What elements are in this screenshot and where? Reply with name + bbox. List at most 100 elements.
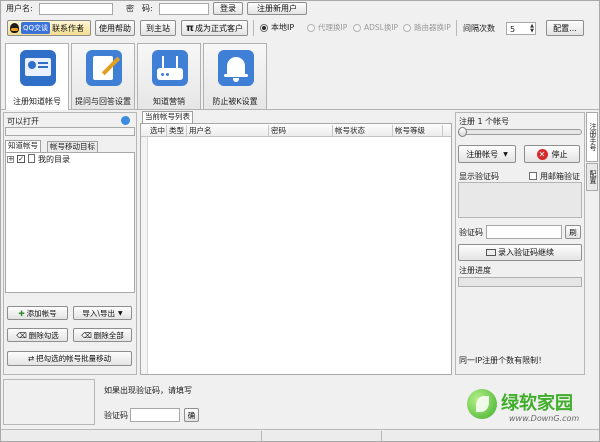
accounts-grid [140,123,452,375]
radio-adsl-ip[interactable] [353,24,361,32]
delete-all-button[interactable]: ⌫ 删除全部 [73,328,132,342]
grid-col-selected[interactable]: 选中 [148,125,167,137]
status-bar [1,429,599,441]
dropdown-arrow-icon: ▼ [503,150,508,158]
login-button[interactable]: 登录 [213,2,243,15]
password-label: 密 码: [126,4,153,13]
contact-author-label: 联系作者 [52,23,85,33]
spinner-arrows-icon: ▲ ▼ [530,23,534,34]
refresh-captcha-button[interactable]: 刷 [565,225,581,239]
radio-router-ip[interactable] [403,24,411,32]
side-tab-config[interactable]: 配置 [586,163,598,191]
register-user-button[interactable]: 注册新用户 [247,2,307,15]
grid-col-type[interactable]: 类型 [167,125,187,137]
radio-local-ip[interactable] [260,24,268,32]
bottom-captcha-input[interactable] [130,408,180,422]
brand-name: 绿软家园 [501,393,573,414]
tab-anti-ban[interactable]: 防止被K设置 [203,43,267,109]
stop-icon: ✕ [536,148,548,160]
become-official-label: 成为正式客户 [194,23,243,33]
captcha-input[interactable] [486,225,562,239]
slider-thumb[interactable] [458,127,467,137]
status-separator [381,431,382,441]
count-slider[interactable] [458,127,582,137]
radio-router-ip-label: 路由器换IP [414,23,451,32]
info-bubble-icon[interactable] [121,116,130,125]
username-label: 用户名: [6,4,33,13]
import-export-label: 导入\导出 [82,308,115,318]
radio-proxy-ip-label: 代理换IP [318,23,348,32]
interval-spinner[interactable]: 5 ▲ ▼ [506,22,536,35]
grid-col-username[interactable]: 用户名 [187,125,269,137]
tab-current-accounts[interactable]: 当前帐号列表 [142,111,193,123]
radio-proxy-ip[interactable] [307,24,315,32]
bottom-left-box [3,379,95,425]
note-pencil-icon [86,50,122,86]
register-account-label: 注册帐号 [466,149,499,159]
batch-move-label: 把勾选的帐号批量移动 [36,354,112,363]
grid-row-indicator [141,137,148,374]
tree-expand-icon[interactable]: + [7,156,14,163]
tab-qa-settings[interactable]: 提问与回答设置 [71,43,135,109]
submit-captcha-label: 录入验证码继续 [498,248,554,257]
captcha-image-area [458,182,582,218]
radio-local-ip-label: 本地IP [271,23,295,32]
subtab-accounts[interactable]: 知道帐号 [5,140,41,152]
right-panel-title: 注册 1 个帐号 [459,117,510,126]
qq-badge: QQ交谈 [21,22,51,34]
show-captcha-label: 显示验证码 [459,172,499,181]
eraser-icon: ⌫ [81,330,92,340]
email-verify-label: 用邮箱验证 [540,172,580,181]
main-site-button[interactable]: 到主站 [140,20,176,36]
main-window: 用户名: 密 码: 登录 注册新用户 QQ交谈 联系作者 使用帮助 到主站 π … [0,0,600,442]
help-button[interactable]: 使用帮助 [95,20,135,36]
tree-checkbox[interactable]: ✓ [17,155,25,163]
import-export-button[interactable]: 导入\导出 ▼ [73,306,132,320]
status-separator [261,431,262,441]
tab-strip-line [1,109,599,110]
bottom-confirm-button[interactable]: 确 [184,408,199,422]
submit-captcha-button[interactable]: 录入验证码继续 [458,244,582,261]
ip-limit-note: 同一IP注册个数有限制！ [459,356,547,365]
grid-col-password[interactable]: 密码 [269,125,333,137]
left-panel-filter[interactable] [5,127,135,136]
delete-checked-button[interactable]: ⌫ 删除勾选 [7,328,68,342]
register-account-button[interactable]: 注册帐号 ▼ [458,145,516,163]
register-progress-bar [458,277,582,287]
username-input[interactable] [39,3,113,15]
add-account-label: 添加帐号 [26,308,57,318]
add-account-button[interactable]: ✚ 添加帐号 [7,306,68,320]
account-card-icon [20,50,56,86]
grid-col-level[interactable]: 帐号等级 [393,125,443,137]
site-watermark: 绿软家园 www.DownG.com [461,385,591,429]
directory-tree [5,152,135,293]
toolbar-separator [253,20,254,36]
bell-icon [218,50,254,86]
email-verify-checkbox[interactable] [529,172,537,180]
brand-logo-icon [467,389,497,419]
tab-marketing-label: 知道营销 [153,97,185,106]
bottom-captcha-label: 验证码 [104,411,128,420]
tab-register-account-label: 注册知道帐号 [13,97,61,106]
delete-all-label: 删除全部 [93,330,124,340]
subtab-move-target[interactable]: 帐号移动目标 [47,141,98,152]
config-button[interactable]: 配置... [546,20,584,36]
eraser-icon: ⌫ [16,330,27,340]
stop-button[interactable]: ✕ 停止 [524,145,580,163]
add-icon: ✚ [18,308,25,318]
tree-root-label[interactable]: 我的目录 [38,156,70,164]
tab-marketing[interactable]: 知道营销 [137,43,201,109]
document-icon [28,154,35,163]
password-input[interactable] [159,3,209,15]
side-tab-register[interactable]: 注册手号 [586,112,598,162]
router-icon [152,50,188,86]
batch-move-button[interactable]: ⇄ 把勾选的帐号批量移动 [7,351,132,366]
tab-register-account[interactable]: 注册知道帐号 [5,43,69,110]
become-official-button[interactable]: π 成为正式客户 [181,20,248,36]
captcha-label: 验证码 [459,228,483,237]
move-icon: ⇄ [27,354,35,363]
qq-chat-button[interactable]: QQ交谈 联系作者 [7,20,91,36]
grid-col-status[interactable]: 帐号状态 [333,125,393,137]
radio-adsl-ip-label: ADSL换IP [364,23,399,32]
qq-icon [10,23,19,33]
